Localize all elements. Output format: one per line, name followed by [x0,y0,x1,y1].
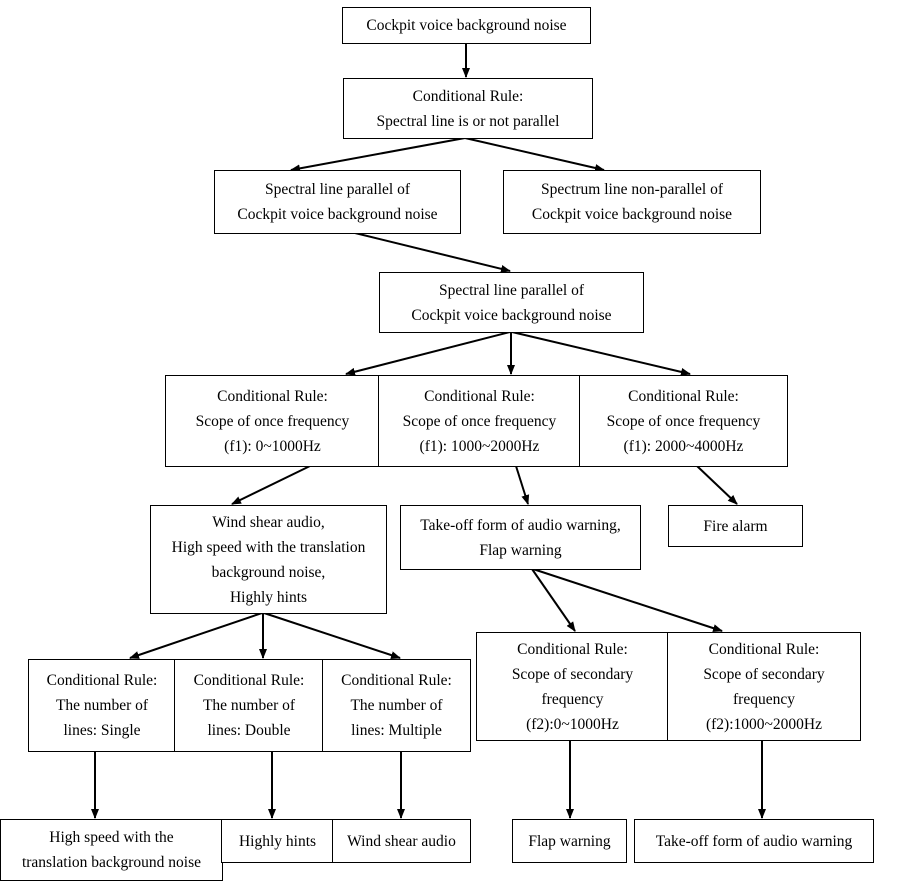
node-text: Conditional Rule: [193,672,305,689]
arrow-parallel-parallel2 [354,232,511,273]
node-out-hints: Highly hints [221,819,334,863]
node-text: Spectrum line non-parallel of [540,181,724,198]
node-text: Cockpit voice background noise [411,306,612,324]
node-text: Scope of secondary [703,665,825,683]
node-nonparallel: Spectrum line non-parallel of Cockpit voi… [503,170,761,234]
flowchart: Cockpit voice background noise Condition… [0,0,900,884]
node-text: (f1): 2000~4000Hz [623,437,744,455]
node-text: frequency [733,690,795,708]
arrow-parallel2-f1-high [511,331,691,376]
node-out-takeoff: Take-off form of audio warning [634,819,874,863]
node-f1-mid: Conditional Rule: Scope of once frequency… [378,375,581,467]
arrow-f1-high-fire [696,465,738,505]
node-text: background noise, [211,563,326,581]
node-text: The number of [55,697,149,714]
node-text: Conditional Rule: [708,640,820,658]
node-group-mid: Take-off form of audio warning, Flap warn… [400,505,641,570]
arrow-parallel2-f1-low [345,331,511,376]
node-text: Conditional Rule: [217,387,328,405]
node-text: lines: Double [207,722,291,739]
node-text: Scope of secondary [511,665,634,683]
node-text: Highly hints [229,588,308,606]
node-text: Scope of once frequency [606,412,761,430]
arrow-group-f2-low [531,568,576,632]
node-text: (f1): 1000~2000Hz [419,437,540,455]
node-f1-high: Conditional Rule: Scope of once frequency… [579,375,788,467]
node-parallel-2: Spectral line parallel of Cockpit voice b… [379,272,644,333]
node-text: (f2):0~1000Hz [526,715,619,733]
node-text: Spectral line is or not parallel [376,112,560,130]
node-rule-parallel: Conditional Rule: Spectral line is or not… [343,78,593,139]
node-out-windshear: Wind shear audio [332,819,471,863]
node-text: Flap warning [528,832,611,850]
node-text: Highly hints [238,832,317,850]
node-f1-low: Conditional Rule: Scope of once frequency… [165,375,380,467]
node-group-low: Wind shear audio, High speed with the tra… [150,505,387,614]
node-text: Conditional Rule: [424,387,535,405]
node-text: Scope of once frequency [195,412,350,430]
arrow-f1-low-group [231,465,311,505]
node-text: Fire alarm [703,517,768,535]
node-text: lines: Multiple [351,722,442,739]
node-root: Cockpit voice background noise [342,7,591,44]
node-text: Scope of once frequency [402,412,557,430]
node-lines-multiple: Conditional Rule: The number of lines: Mul… [322,659,471,752]
node-lines-single: Conditional Rule: The number of lines: Sin… [28,659,176,752]
node-fire-alarm: Fire alarm [668,505,803,547]
node-text: frequency [541,690,604,708]
node-text: Take-off form of audio warning, [420,516,621,534]
node-lines-double: Conditional Rule: The number of lines: Dou… [174,659,324,752]
arrow-group-multiple [263,612,401,659]
node-text: Wind shear audio, [212,513,325,531]
node-text: translation background noise [21,854,202,871]
node-text: Conditional Rule: [517,640,628,658]
node-out-highspeed: High speed with the translation backgroun… [0,819,223,881]
node-text: Conditional Rule: [628,387,739,405]
arrow-group-f2-high [532,568,723,632]
arrow-group-single [129,612,263,659]
arrow-rule1-parallel [290,137,466,173]
node-text: lines: Single [63,722,141,739]
node-text: Cockpit voice background noise [237,206,438,223]
node-f2-high: Conditional Rule: Scope of secondary frequ… [667,632,861,741]
node-text: The number of [350,697,443,714]
node-parallel: Spectral line parallel of Cockpit voice b… [214,170,461,234]
node-text: (f1): 0~1000Hz [224,437,321,455]
node-text: Wind shear audio [347,832,456,850]
node-text: Spectral line parallel of [438,281,585,299]
node-text: Spectral line parallel of [264,181,411,198]
node-text: The number of [202,697,296,714]
node-text: Cockpit voice background noise [531,206,733,223]
arrow-f1-mid-group [515,465,530,505]
node-text: (f2):1000~2000Hz [705,715,822,733]
node-text: Conditional Rule: [412,87,524,105]
node-out-flap: Flap warning [512,819,627,863]
node-f2-low: Conditional Rule: Scope of secondary frequ… [476,632,669,741]
node-text: High speed with the translation [171,538,366,556]
node-text: Flap warning [479,541,562,559]
node-text: Conditional Rule: [46,672,158,689]
arrow-rule1-nonparallel [464,137,605,172]
node-text: Cockpit voice background noise [366,17,567,34]
node-text: Conditional Rule: [341,672,452,689]
node-text: High speed with the [49,829,174,846]
node-text: Take-off form of audio warning [655,832,853,850]
